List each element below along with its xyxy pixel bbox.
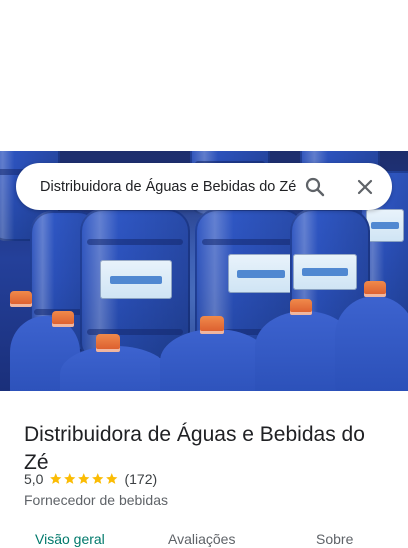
star-icon: [50, 473, 62, 485]
jug-cap: [10, 291, 32, 307]
jug-cap: [290, 299, 312, 315]
tab-reviews[interactable]: Avaliações: [168, 530, 235, 548]
search-bar[interactable]: Distribuidora de Águas e Bebidas do Zé: [16, 163, 392, 210]
rating-value: 5,0: [24, 471, 44, 487]
jug-cap: [364, 281, 386, 297]
water-jug: [160, 329, 270, 391]
tab-about[interactable]: Sobre: [316, 530, 353, 548]
water-jug: [335, 296, 408, 391]
close-icon[interactable]: [353, 175, 377, 199]
rating-row[interactable]: 5,0 (172): [24, 470, 157, 488]
star-icon: [64, 473, 76, 485]
rating-stars: [49, 472, 118, 486]
jug-cap: [200, 316, 224, 334]
star-icon: [105, 473, 118, 485]
jug-cap: [96, 334, 120, 352]
tab-bar: Visão geral Avaliações Sobre: [0, 526, 408, 547]
place-category: Fornecedor de bebidas: [24, 492, 168, 508]
search-input[interactable]: Distribuidora de Águas e Bebidas do Zé: [40, 177, 302, 197]
top-blank-area: [0, 0, 408, 151]
place-title: Distribuidora de Águas e Bebidas do Zé: [24, 423, 365, 475]
star-icon: [78, 473, 90, 485]
star-icon: [91, 473, 104, 485]
search-icon[interactable]: [303, 175, 327, 199]
review-count[interactable]: (172): [124, 471, 157, 487]
tab-overview[interactable]: Visão geral: [35, 530, 105, 548]
jug-cap: [52, 311, 74, 327]
